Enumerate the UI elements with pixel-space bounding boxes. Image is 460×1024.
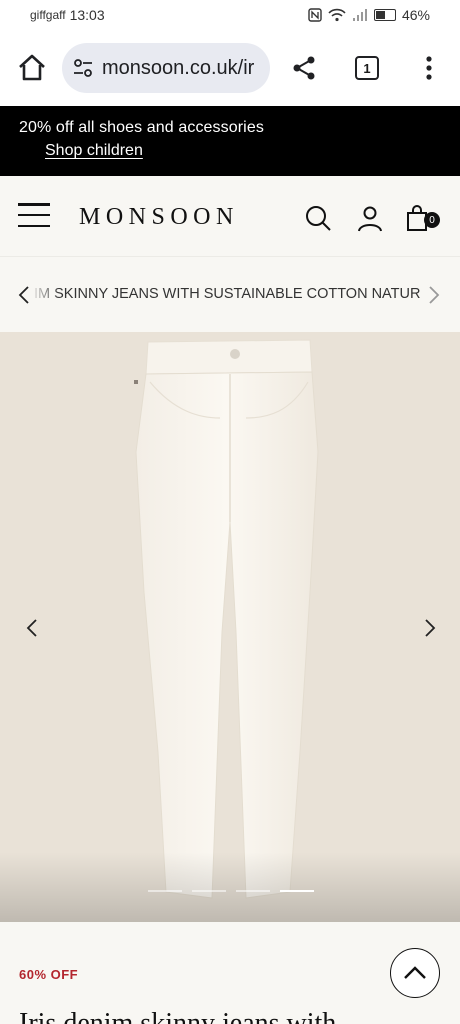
gallery-dot[interactable] [280, 889, 314, 892]
home-icon[interactable] [16, 52, 48, 84]
product-title: Iris denim skinny jeans with [19, 1008, 337, 1024]
discount-label: 60% OFF [19, 967, 79, 982]
more-options-icon[interactable] [422, 54, 436, 82]
status-bar: giffgaff 13:03 46% [0, 0, 460, 30]
search-icon[interactable] [304, 204, 332, 232]
address-bar[interactable]: monsoon.co.uk/ir [62, 43, 270, 93]
url-text: monsoon.co.uk/ir [102, 56, 255, 79]
breadcrumb-fade [30, 277, 60, 313]
breadcrumb-text: IM SKINNY JEANS WITH SUSTAINABLE COTTON … [34, 286, 420, 302]
next-image-icon[interactable] [422, 618, 438, 638]
previous-image-icon[interactable] [24, 618, 40, 638]
carrier-name: giffgaff [30, 8, 66, 22]
chevron-up-icon [404, 966, 426, 979]
hamburger-menu-icon[interactable] [18, 203, 50, 227]
gallery-dot[interactable] [148, 889, 182, 892]
share-icon[interactable] [290, 54, 318, 82]
site-settings-icon[interactable] [72, 57, 94, 79]
account-icon[interactable] [356, 204, 384, 232]
status-left: giffgaff 13:03 [30, 7, 105, 23]
product-breadcrumb: IM SKINNY JEANS WITH SUSTAINABLE COTTON … [0, 256, 460, 332]
battery-icon [373, 9, 396, 21]
tab-count: 1 [363, 60, 371, 76]
status-right: 46% [308, 7, 430, 23]
scroll-to-top-button[interactable] [390, 948, 440, 998]
clock: 13:03 [69, 7, 105, 23]
chevron-left-icon[interactable] [18, 285, 30, 305]
product-image [134, 339, 319, 899]
nfc-icon [308, 8, 322, 22]
gallery-pagination [148, 889, 314, 892]
gallery-dot[interactable] [236, 889, 270, 892]
browser-toolbar: monsoon.co.uk/ir 1 [0, 30, 460, 106]
promo-banner: 20% off all shoes and accessories Shop c… [0, 106, 460, 176]
product-image-gallery[interactable] [0, 332, 460, 922]
chevron-right-icon[interactable] [428, 285, 440, 305]
tab-switcher-button[interactable]: 1 [355, 56, 379, 80]
bag-count-badge: 0 [424, 212, 440, 228]
signal-icon [352, 9, 367, 21]
shop-children-link[interactable]: Shop children [45, 142, 143, 160]
wifi-icon [328, 8, 346, 22]
gallery-dot[interactable] [192, 889, 226, 892]
battery-percent: 46% [401, 7, 430, 23]
site-logo[interactable]: MONSOON [79, 204, 239, 231]
site-header: MONSOON [0, 176, 460, 256]
product-info: 60% OFF Iris denim skinny jeans with [0, 922, 460, 1024]
gallery-shade [0, 852, 460, 922]
promo-text: 20% off all shoes and accessories [19, 119, 264, 136]
